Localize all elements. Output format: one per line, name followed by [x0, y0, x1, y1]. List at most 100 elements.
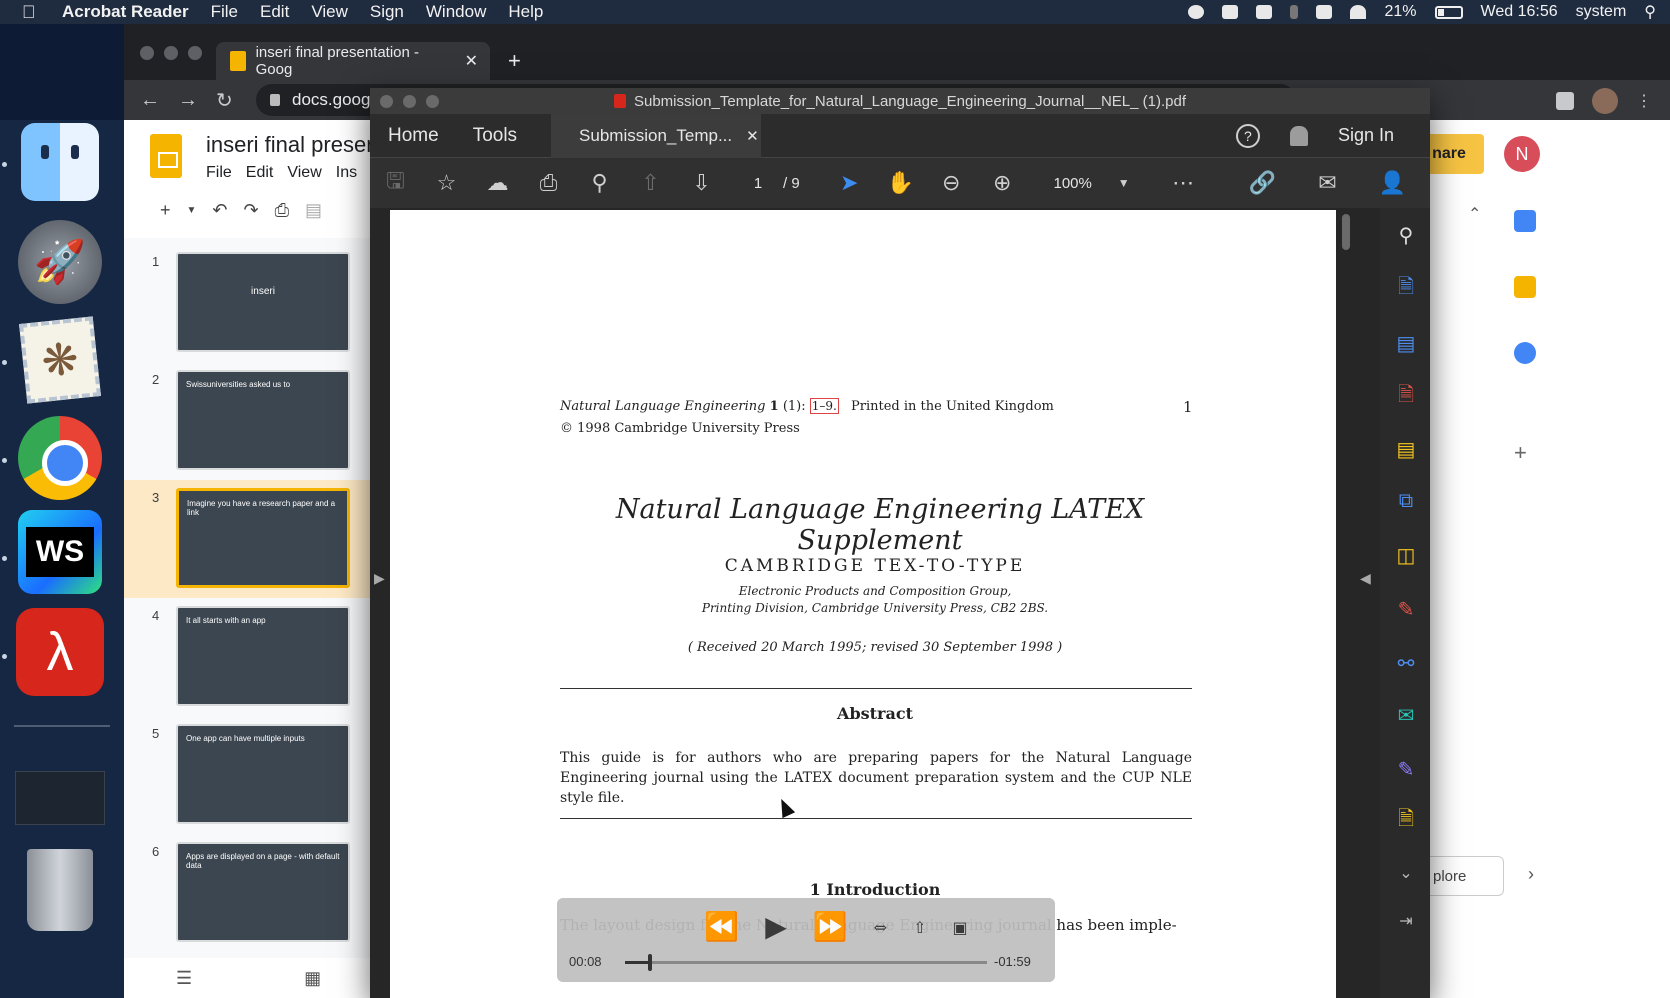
- dock-chrome[interactable]: [14, 412, 106, 504]
- new-slide-icon[interactable]: +: [160, 200, 171, 221]
- more-options-icon[interactable]: ⋯: [1158, 170, 1209, 196]
- scrubber-handle[interactable]: [648, 954, 653, 971]
- share-icon[interactable]: ⇧: [913, 918, 926, 943]
- grid-view-icon[interactable]: ▦: [304, 968, 321, 989]
- slide-thumbnail[interactable]: 4 It all starts with an app: [124, 598, 370, 716]
- close-tab-icon[interactable]: ✕: [746, 127, 759, 145]
- fill-sign-icon[interactable]: ✎: [1393, 596, 1419, 622]
- keyboard-icon[interactable]: [1316, 5, 1333, 19]
- slides-menu-insert[interactable]: Ins: [336, 164, 357, 182]
- slide-thumbnail[interactable]: 5 One app can have multiple inputs: [124, 716, 370, 834]
- zoom-out-icon[interactable]: ⊖: [926, 170, 977, 196]
- slides-menu-edit[interactable]: Edit: [246, 164, 274, 182]
- document-title[interactable]: inseri final presen: [206, 132, 378, 158]
- page-number-input[interactable]: 1: [733, 175, 783, 192]
- back-arrow-icon[interactable]: ←: [140, 89, 162, 112]
- slides-menu-file[interactable]: File: [206, 164, 232, 182]
- play-icon[interactable]: ▶: [765, 910, 787, 943]
- user-avatar[interactable]: N: [1504, 136, 1540, 172]
- picture-in-picture-icon[interactable]: ▣: [952, 918, 967, 943]
- tasks-icon[interactable]: [1514, 342, 1536, 364]
- cloud-upload-icon[interactable]: ☁: [472, 170, 523, 196]
- explore-button[interactable]: plore: [1424, 856, 1504, 896]
- menu-edit[interactable]: Edit: [260, 2, 289, 22]
- zoom-search-icon[interactable]: ⚲: [1393, 222, 1419, 248]
- more-tools-icon[interactable]: 🗎: [1393, 808, 1419, 834]
- slides-menu-view[interactable]: View: [287, 164, 321, 182]
- forward-arrow-icon[interactable]: →: [178, 89, 200, 112]
- create-pdf-icon[interactable]: 🗎: [1393, 276, 1419, 302]
- app-name-menu[interactable]: Acrobat Reader: [62, 2, 189, 22]
- paint-format-icon[interactable]: ▤: [305, 200, 322, 221]
- add-user-icon[interactable]: 👤: [1367, 170, 1418, 196]
- browser-tab[interactable]: inseri final presentation - Goog ✕: [216, 42, 490, 80]
- slide-thumbnail[interactable]: 2 Swissuniversities asked us to: [124, 362, 370, 480]
- hand-tool-icon[interactable]: ✋: [875, 170, 926, 196]
- organize-pages-icon[interactable]: ▤: [1393, 330, 1419, 356]
- new-tab-button[interactable]: +: [508, 48, 521, 74]
- zoom-in-icon[interactable]: ⊕: [977, 170, 1028, 196]
- slide-thumbnail[interactable]: 1 inseri: [124, 244, 370, 362]
- print-icon[interactable]: ⎙: [523, 170, 574, 196]
- email-icon[interactable]: ✉: [1302, 170, 1353, 196]
- dock-launchpad[interactable]: 🚀: [14, 216, 106, 308]
- select-cursor-icon[interactable]: ➤: [824, 170, 875, 196]
- puzzle-extensions-icon[interactable]: [1556, 92, 1574, 110]
- rewind-icon[interactable]: ⏪: [704, 910, 739, 943]
- record-icon[interactable]: [1188, 5, 1205, 19]
- spotlight-search-icon[interactable]: ⚲: [1644, 2, 1656, 22]
- expand-rail-icon[interactable]: ⌄: [1393, 860, 1419, 886]
- dock-finder[interactable]: [14, 116, 106, 208]
- app-status-icon[interactable]: [1222, 5, 1239, 19]
- slides-logo-icon[interactable]: [150, 134, 182, 178]
- zoom-dropdown-icon[interactable]: ▼: [1118, 176, 1130, 190]
- tab-home[interactable]: Home: [388, 125, 439, 147]
- undo-icon[interactable]: ↶: [212, 200, 227, 221]
- collapse-left-panel-icon[interactable]: ▶: [374, 570, 385, 587]
- sign-in-button[interactable]: Sign In: [1338, 125, 1394, 146]
- print-icon[interactable]: ⎙: [275, 200, 289, 221]
- slide-thumbnail[interactable]: 6 Apps are displayed on a page - with de…: [124, 834, 370, 952]
- pen-icon[interactable]: [1256, 5, 1273, 19]
- notifications-bell-icon[interactable]: [1289, 125, 1308, 146]
- fast-forward-icon[interactable]: ⏩: [813, 910, 848, 943]
- help-icon[interactable]: ?: [1235, 123, 1260, 148]
- collapse-rail-icon[interactable]: ⇥: [1393, 908, 1419, 934]
- apple-menu-icon[interactable]: : [22, 2, 44, 23]
- battery-icon[interactable]: [1434, 5, 1463, 19]
- zoom-level[interactable]: 100%: [1028, 175, 1118, 192]
- user-name[interactable]: system: [1576, 3, 1627, 21]
- document-viewport[interactable]: ▶ Natural Language Engineering 1 (1): 1–…: [370, 208, 1430, 998]
- collapse-menu-icon[interactable]: ⌃: [1468, 204, 1481, 224]
- edit-pdf-icon[interactable]: ✎: [1393, 756, 1419, 782]
- close-window-button[interactable]: [140, 46, 154, 60]
- dock-trash[interactable]: [14, 844, 106, 936]
- close-tab-icon[interactable]: ✕: [465, 51, 478, 71]
- dock-minimized-window[interactable]: [14, 752, 106, 844]
- next-page-icon[interactable]: ⇩: [676, 170, 727, 196]
- combine-files-icon[interactable]: ⧉: [1393, 488, 1419, 514]
- compress-icon[interactable]: ◫: [1393, 542, 1419, 568]
- reload-icon[interactable]: ↻: [216, 88, 238, 113]
- video-scrubber[interactable]: [625, 954, 987, 971]
- browser-menu-icon[interactable]: ⋮: [1636, 91, 1652, 111]
- menu-file[interactable]: File: [211, 2, 238, 22]
- page-range-link[interactable]: 1–9.: [809, 398, 839, 414]
- aspect-icon[interactable]: ⇔: [874, 918, 887, 943]
- menu-view[interactable]: View: [311, 2, 348, 22]
- list-view-icon[interactable]: ☰: [176, 968, 192, 989]
- tab-tools[interactable]: Tools: [473, 125, 517, 147]
- slide-thumbnail-selected[interactable]: 3 Imagine you have a research paper and …: [124, 480, 370, 598]
- bookmark-star-icon[interactable]: ☆: [421, 170, 472, 196]
- send-for-signature-icon[interactable]: ✉: [1393, 702, 1419, 728]
- comment-icon[interactable]: ▤: [1393, 436, 1419, 462]
- profile-avatar[interactable]: [1592, 88, 1618, 114]
- clock[interactable]: Wed 16:56: [1481, 3, 1558, 21]
- minimize-window-button[interactable]: [164, 46, 178, 60]
- protect-shield-icon[interactable]: ⚯: [1393, 650, 1419, 676]
- menu-window[interactable]: Window: [426, 2, 486, 22]
- close-window-button[interactable]: [380, 95, 393, 108]
- share-link-icon[interactable]: 🔗: [1237, 170, 1288, 196]
- dock-webstorm[interactable]: WS: [14, 506, 106, 598]
- previous-page-icon[interactable]: ⇧: [625, 170, 676, 196]
